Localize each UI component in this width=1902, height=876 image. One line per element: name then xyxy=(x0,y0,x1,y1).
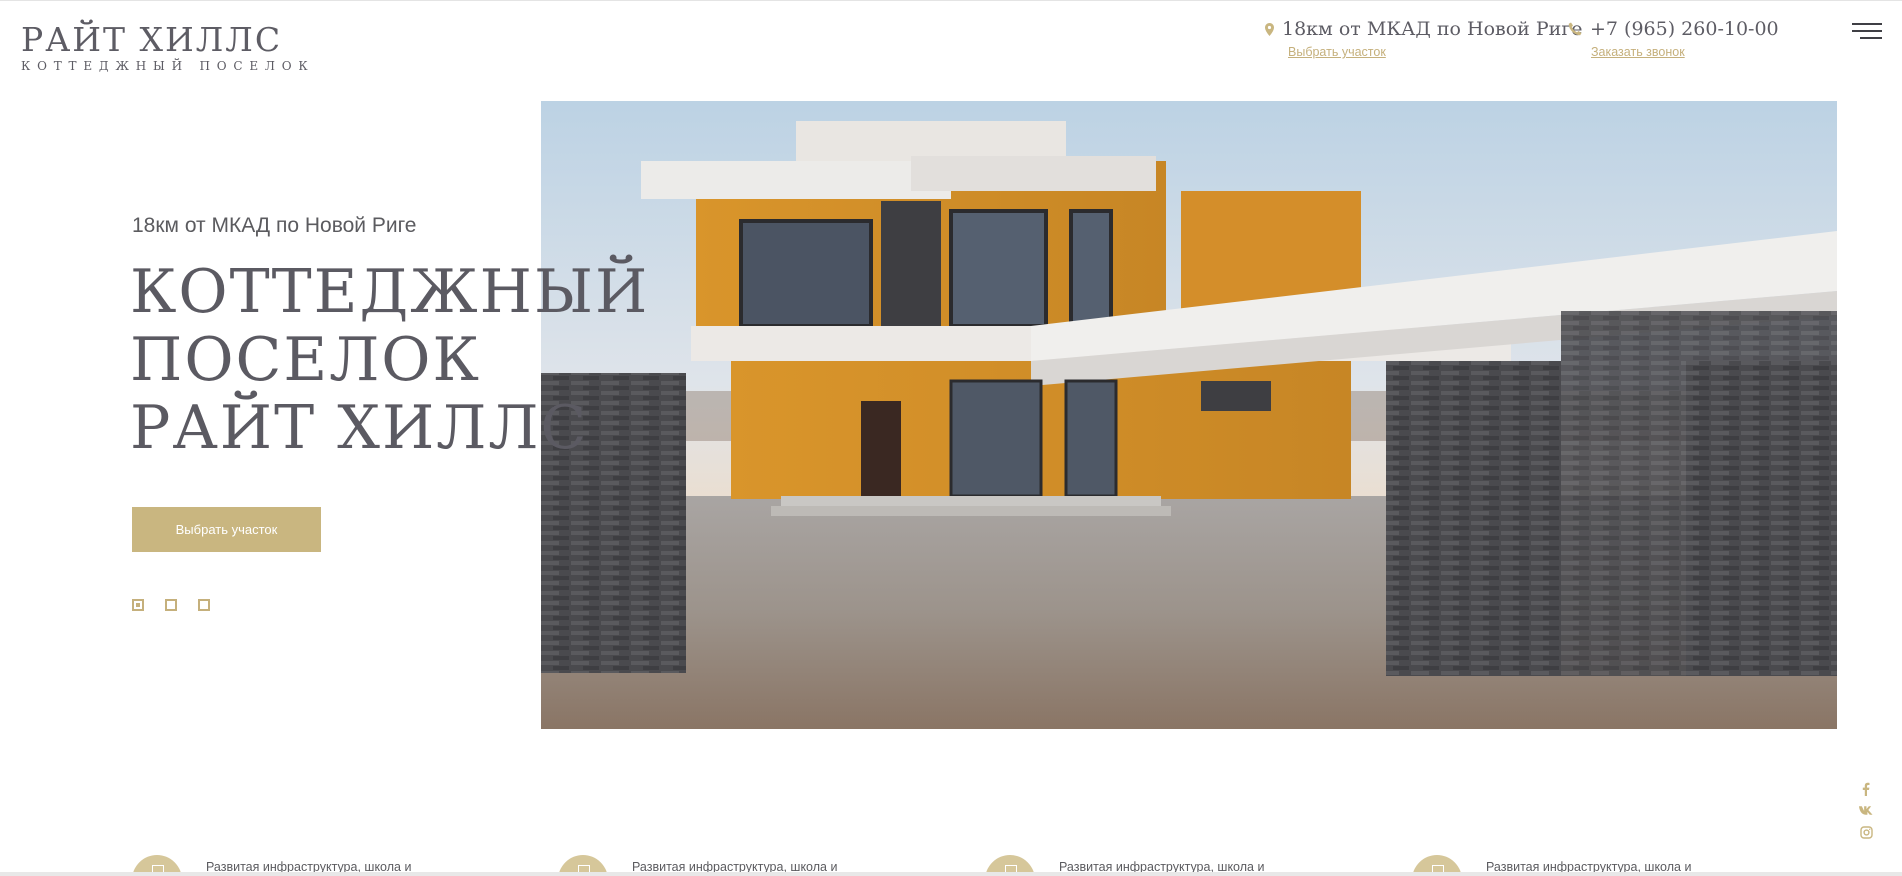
hero-title-line: РАЙТ ХИЛЛС xyxy=(130,393,589,463)
logo[interactable]: РАЙТ ХИЛЛС КОТТЕДЖНЫЙ ПОСЕЛОК xyxy=(21,20,315,74)
logo-title: РАЙТ ХИЛЛС xyxy=(21,20,283,59)
slide-dot-1[interactable] xyxy=(132,599,144,611)
location-pin-icon xyxy=(1265,22,1274,36)
top-border xyxy=(0,0,1902,1)
slider-pagination xyxy=(132,599,210,611)
hero-kicker: 18км от МКАД по Новой Риге xyxy=(132,214,417,237)
hero-image xyxy=(541,101,1837,729)
phone-icon xyxy=(1568,22,1582,36)
hero-title: КОТТЕДЖНЫЙ ПОСЕЛОК РАЙТ ХИЛЛС xyxy=(130,258,649,462)
hero-title-line: КОТТЕДЖНЫЙ xyxy=(130,257,650,327)
hamburger-menu-icon[interactable] xyxy=(1852,23,1884,45)
hero-title-line: ПОСЕЛОК xyxy=(130,325,481,395)
vk-icon[interactable] xyxy=(1859,803,1873,818)
menu-bar xyxy=(1852,30,1882,32)
header-address: 18км от МКАД по Новой Риге Выбрать участ… xyxy=(1265,18,1583,59)
cottage-photo xyxy=(541,101,1837,729)
logo-subtitle: КОТТЕДЖНЫЙ ПОСЕЛОК xyxy=(21,59,315,73)
menu-bar xyxy=(1860,37,1882,39)
slide-dot-3[interactable] xyxy=(198,599,210,611)
instagram-icon[interactable] xyxy=(1859,825,1873,840)
address-text: 18км от МКАД по Новой Риге xyxy=(1282,18,1583,40)
menu-bar xyxy=(1852,23,1882,25)
bottom-border xyxy=(0,872,1902,876)
choose-plot-link[interactable]: Выбрать участок xyxy=(1288,45,1583,59)
slide-dot-2[interactable] xyxy=(165,599,177,611)
facebook-icon[interactable] xyxy=(1859,781,1873,796)
choose-plot-button[interactable]: Выбрать участок xyxy=(132,507,321,552)
header-phone: +7 (965) 260-10-00 Заказать звонок xyxy=(1568,18,1779,59)
phone-number[interactable]: +7 (965) 260-10-00 xyxy=(1590,18,1779,40)
request-call-link[interactable]: Заказать звонок xyxy=(1591,45,1779,59)
social-links xyxy=(1859,781,1873,840)
